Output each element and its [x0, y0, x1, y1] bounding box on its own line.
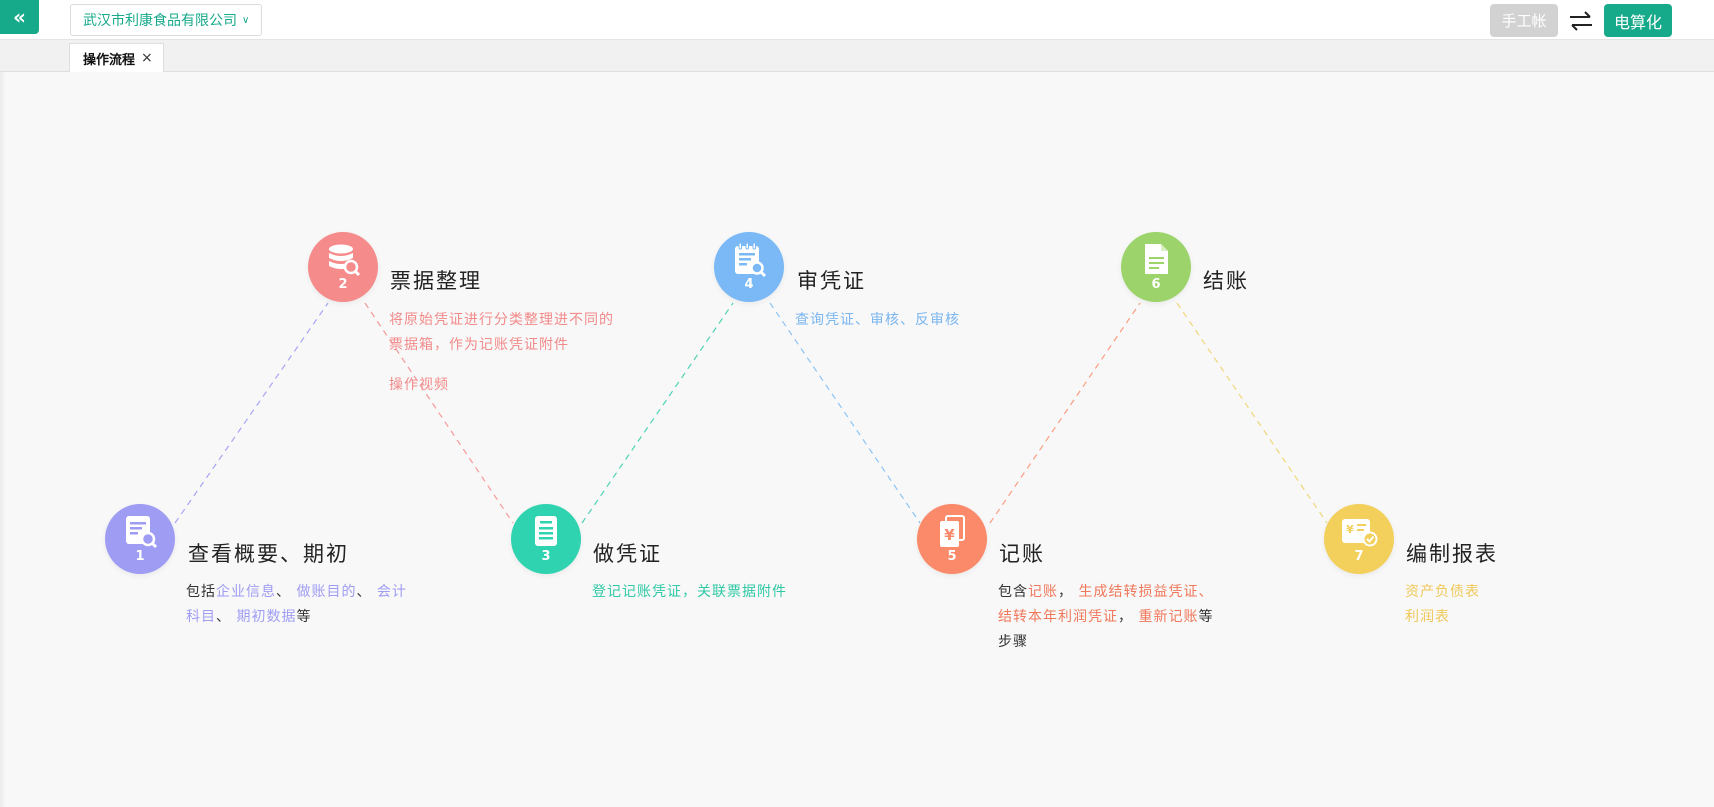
link-balance-sheet[interactable]: 资产负债表: [1405, 580, 1555, 605]
clipboard-search-icon: [735, 242, 767, 277]
step-6-node[interactable]: 6: [1121, 232, 1191, 302]
step-number: 5: [947, 548, 957, 564]
close-icon[interactable]: ×: [141, 50, 153, 66]
step-number: 3: [541, 548, 551, 564]
double-chevron-left-icon: «: [13, 5, 26, 29]
desc-text: 将原始凭证进行分类整理进不同的票据箱，作为记账凭证附件: [389, 312, 614, 353]
step-number: 2: [338, 276, 348, 292]
collapse-sidebar-button[interactable]: «: [0, 0, 39, 34]
computerized-accounting-button[interactable]: 电算化: [1604, 4, 1672, 37]
step-7-title[interactable]: 编制报表: [1406, 538, 1498, 568]
step-2-title[interactable]: 票据整理: [390, 265, 482, 295]
link-accounting-purpose[interactable]: 做账目的: [296, 584, 356, 600]
desc-text: 登记记账凭证，关联票据附件: [592, 584, 787, 600]
company-select[interactable]: 武汉市利康食品有限公司 ∨: [70, 4, 262, 36]
step-6-title[interactable]: 结账: [1203, 265, 1249, 295]
step-number: 1: [135, 548, 145, 564]
left-shadow: [0, 72, 6, 807]
tab-operation-flow[interactable]: 操作流程 ×: [69, 43, 164, 72]
step-7-node[interactable]: ¥ 7: [1324, 504, 1394, 574]
step-1-title[interactable]: 查看概要、期初: [188, 538, 349, 568]
desc-sep: 、: [356, 584, 377, 600]
database-search-icon: [329, 244, 361, 276]
step-5-title[interactable]: 记账: [999, 538, 1045, 568]
file-lines-icon: [1145, 243, 1168, 274]
connector-1-2: [174, 302, 329, 524]
link-opening-data[interactable]: 期初数据: [236, 609, 296, 625]
step-5-description: 包含记账， 生成结转损益凭证、结转本年利润凭证， 重新记账等步骤: [998, 580, 1224, 655]
step-3-node[interactable]: 3: [511, 504, 581, 574]
svg-text:¥: ¥: [1346, 523, 1354, 536]
desc-sep: ，: [1058, 584, 1079, 600]
step-4-title[interactable]: 审凭证: [797, 265, 866, 295]
link-income-statement[interactable]: 利润表: [1405, 605, 1555, 630]
manual-accounting-button[interactable]: 手工帐: [1490, 4, 1558, 37]
svg-text:¥: ¥: [944, 526, 955, 544]
step-1-node[interactable]: 1: [105, 504, 175, 574]
connector-5-6: [989, 302, 1141, 524]
desc-sep: 、: [216, 609, 237, 625]
step-1-description: 包括企业信息、 做账目的、 会计科目、 期初数据等: [186, 580, 416, 630]
link-post-entries[interactable]: 记账: [1028, 584, 1058, 600]
step-number: 6: [1151, 276, 1161, 292]
step-number: 7: [1354, 548, 1364, 564]
step-7-description: 资产负债表 利润表: [1405, 580, 1555, 630]
connector-4-5: [769, 302, 921, 524]
step-3-title[interactable]: 做凭证: [593, 538, 662, 568]
step-3-description: 登记记账凭证，关联票据附件: [592, 580, 822, 605]
desc-sep: ，: [1118, 609, 1139, 625]
yen-report-check-icon: ¥: [1342, 518, 1378, 546]
desc-text: 等: [296, 609, 312, 625]
desc-text: 包括: [186, 584, 216, 600]
tab-bar: 操作流程 ×: [0, 40, 1714, 72]
tab-label: 操作流程: [83, 52, 136, 68]
operation-video-link[interactable]: 操作视频: [389, 373, 619, 398]
chevron-down-icon: ∨: [242, 14, 250, 26]
step-2-description: 将原始凭证进行分类整理进不同的票据箱，作为记账凭证附件 操作视频: [389, 308, 619, 398]
swap-arrows-icon[interactable]: [1567, 7, 1595, 35]
step-4-description: 查询凭证、审核、反审核: [795, 308, 1025, 333]
yen-docs-icon: ¥: [940, 514, 965, 547]
step-5-node[interactable]: ¥ 5: [917, 504, 987, 574]
company-name: 武汉市利康食品有限公司: [83, 13, 237, 29]
link-company-info[interactable]: 企业信息: [216, 584, 276, 600]
connector-6-7: [1176, 302, 1328, 524]
top-bar: « 武汉市利康食品有限公司 ∨ 手工帐 电算化: [0, 0, 1714, 40]
document-search-icon: [126, 515, 158, 548]
step-number: 4: [744, 276, 754, 292]
desc-text: 查询凭证、审核、反审核: [795, 312, 960, 328]
link-repost-entries[interactable]: 重新记账: [1138, 609, 1198, 625]
flow-connectors: [174, 302, 1328, 524]
desc-sep: 、: [276, 584, 297, 600]
step-2-node[interactable]: 2: [308, 232, 378, 302]
step-4-node[interactable]: 4: [714, 232, 784, 302]
desc-text: 包含: [998, 584, 1028, 600]
voucher-doc-icon: [535, 515, 557, 546]
